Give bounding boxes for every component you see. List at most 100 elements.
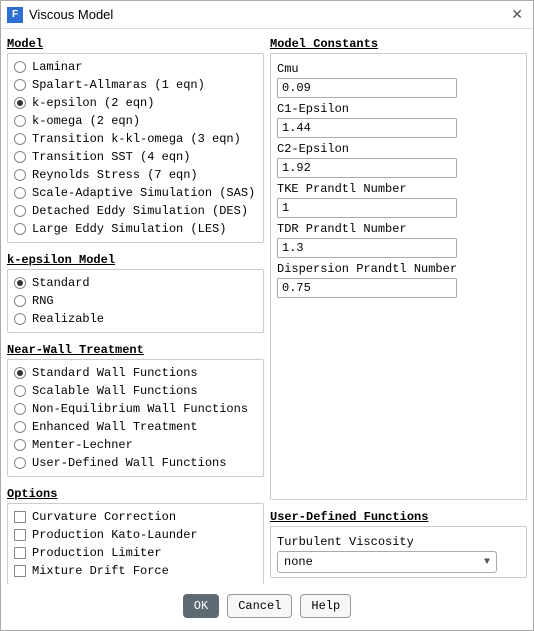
radio-icon bbox=[14, 385, 26, 397]
constant-input[interactable] bbox=[277, 118, 457, 138]
radio-icon bbox=[14, 295, 26, 307]
constant-label: TDR Prandtl Number bbox=[277, 222, 520, 236]
udf-label: Turbulent Viscosity bbox=[277, 535, 520, 549]
constant-label: Cmu bbox=[277, 62, 520, 76]
kepsilon-option[interactable]: Standard bbox=[14, 274, 257, 292]
constant-label: TKE Prandtl Number bbox=[277, 182, 520, 196]
ok-button[interactable]: OK bbox=[183, 594, 219, 618]
radio-icon bbox=[14, 403, 26, 415]
radio-icon bbox=[14, 457, 26, 469]
close-icon[interactable]: ✕ bbox=[507, 6, 527, 23]
turbulent-viscosity-dropdown[interactable]: none ▼ bbox=[277, 551, 497, 573]
dialog-content: Model Laminar Spalart-Allmaras (1 eqn) k-e… bbox=[1, 29, 533, 584]
option-checkbox[interactable]: Mixture Drift Force bbox=[14, 562, 257, 580]
radio-icon bbox=[14, 367, 26, 379]
option-checkbox[interactable]: Production Kato-Launder bbox=[14, 526, 257, 544]
model-option[interactable]: k-epsilon (2 eqn) bbox=[14, 94, 257, 112]
option-checkbox[interactable]: Production Limiter bbox=[14, 544, 257, 562]
udf-section: Turbulent Viscosity none ▼ bbox=[270, 526, 527, 578]
radio-icon bbox=[14, 223, 26, 235]
help-button[interactable]: Help bbox=[300, 594, 351, 618]
radio-icon bbox=[14, 61, 26, 73]
model-option-label: Transition SST (4 eqn) bbox=[32, 149, 190, 165]
right-column: Model Constants Cmu C1-Epsilon C2-Epsilon T… bbox=[270, 33, 527, 584]
model-option-label: Laminar bbox=[32, 59, 82, 75]
constant-input[interactable] bbox=[277, 278, 457, 298]
kepsilon-section: Standard RNG Realizable bbox=[7, 269, 264, 333]
wall-section-title: Near-Wall Treatment bbox=[7, 343, 264, 357]
model-option[interactable]: Spalart-Allmaras (1 eqn) bbox=[14, 76, 257, 94]
wall-option[interactable]: Non-Equilibrium Wall Functions bbox=[14, 400, 257, 418]
wall-option[interactable]: Enhanced Wall Treatment bbox=[14, 418, 257, 436]
model-option[interactable]: Large Eddy Simulation (LES) bbox=[14, 220, 257, 238]
wall-option[interactable]: Standard Wall Functions bbox=[14, 364, 257, 382]
constant-input[interactable] bbox=[277, 158, 457, 178]
option-label: Production Kato-Launder bbox=[32, 527, 198, 543]
model-option[interactable]: k-omega (2 eqn) bbox=[14, 112, 257, 130]
radio-icon bbox=[14, 115, 26, 127]
constant-label: C1-Epsilon bbox=[277, 102, 520, 116]
model-option[interactable]: Reynolds Stress (7 eqn) bbox=[14, 166, 257, 184]
wall-option-label: Non-Equilibrium Wall Functions bbox=[32, 401, 248, 417]
viscous-model-dialog: F Viscous Model ✕ Model Laminar Spalart-A… bbox=[0, 0, 534, 631]
model-option-label: Spalart-Allmaras (1 eqn) bbox=[32, 77, 205, 93]
constant-input[interactable] bbox=[277, 78, 457, 98]
model-option-label: k-epsilon (2 eqn) bbox=[32, 95, 154, 111]
checkbox-icon bbox=[14, 547, 26, 559]
kepsilon-option-label: Realizable bbox=[32, 311, 104, 327]
radio-icon bbox=[14, 97, 26, 109]
model-option-label: Reynolds Stress (7 eqn) bbox=[32, 167, 198, 183]
checkbox-icon bbox=[14, 529, 26, 541]
model-option-label: k-omega (2 eqn) bbox=[32, 113, 140, 129]
wall-option[interactable]: Scalable Wall Functions bbox=[14, 382, 257, 400]
chevron-down-icon: ▼ bbox=[484, 557, 490, 568]
window-title: Viscous Model bbox=[29, 7, 507, 22]
model-option-label: Transition k-kl-omega (3 eqn) bbox=[32, 131, 241, 147]
kepsilon-option-label: RNG bbox=[32, 293, 54, 309]
kepsilon-option[interactable]: RNG bbox=[14, 292, 257, 310]
radio-icon bbox=[14, 169, 26, 181]
udf-section-wrapper: User-Defined Functions Turbulent Viscosi… bbox=[270, 506, 527, 584]
wall-section: Standard Wall FunctionsScalable Wall Fun… bbox=[7, 359, 264, 477]
wall-option-label: Enhanced Wall Treatment bbox=[32, 419, 198, 435]
wall-option-label: Menter-Lechner bbox=[32, 437, 133, 453]
checkbox-icon bbox=[14, 511, 26, 523]
wall-option[interactable]: User-Defined Wall Functions bbox=[14, 454, 257, 472]
option-label: Production Limiter bbox=[32, 545, 162, 561]
model-option[interactable]: Scale-Adaptive Simulation (SAS) bbox=[14, 184, 257, 202]
option-label: Mixture Drift Force bbox=[32, 563, 169, 579]
left-column: Model Laminar Spalart-Allmaras (1 eqn) k-e… bbox=[7, 33, 264, 584]
model-section: Laminar Spalart-Allmaras (1 eqn) k-epsilon… bbox=[7, 53, 264, 243]
options-section: Curvature Correction Production Kato-Laun… bbox=[7, 503, 264, 584]
radio-icon bbox=[14, 205, 26, 217]
wall-option[interactable]: Menter-Lechner bbox=[14, 436, 257, 454]
model-option[interactable]: Detached Eddy Simulation (DES) bbox=[14, 202, 257, 220]
radio-icon bbox=[14, 133, 26, 145]
constants-section-title: Model Constants bbox=[270, 37, 527, 51]
dropdown-value: none bbox=[284, 555, 313, 569]
radio-icon bbox=[14, 151, 26, 163]
model-option-label: Detached Eddy Simulation (DES) bbox=[32, 203, 248, 219]
model-option[interactable]: Laminar bbox=[14, 58, 257, 76]
radio-icon bbox=[14, 421, 26, 433]
cancel-button[interactable]: Cancel bbox=[227, 594, 292, 618]
constant-label: C2-Epsilon bbox=[277, 142, 520, 156]
dialog-footer: OK Cancel Help bbox=[1, 584, 533, 630]
model-section-title: Model bbox=[7, 37, 264, 51]
option-label: Curvature Correction bbox=[32, 509, 176, 525]
kepsilon-option[interactable]: Realizable bbox=[14, 310, 257, 328]
wall-option-label: Standard Wall Functions bbox=[32, 365, 198, 381]
radio-icon bbox=[14, 79, 26, 91]
option-checkbox[interactable]: Curvature Correction bbox=[14, 508, 257, 526]
model-option[interactable]: Transition k-kl-omega (3 eqn) bbox=[14, 130, 257, 148]
checkbox-icon bbox=[14, 565, 26, 577]
titlebar: F Viscous Model ✕ bbox=[1, 1, 533, 29]
options-section-title: Options bbox=[7, 487, 264, 501]
kepsilon-section-title: k-epsilon Model bbox=[7, 253, 264, 267]
kepsilon-option-label: Standard bbox=[32, 275, 90, 291]
constant-input[interactable] bbox=[277, 198, 457, 218]
wall-option-label: User-Defined Wall Functions bbox=[32, 455, 226, 471]
constant-input[interactable] bbox=[277, 238, 457, 258]
model-option[interactable]: Transition SST (4 eqn) bbox=[14, 148, 257, 166]
udf-section-title: User-Defined Functions bbox=[270, 510, 527, 524]
